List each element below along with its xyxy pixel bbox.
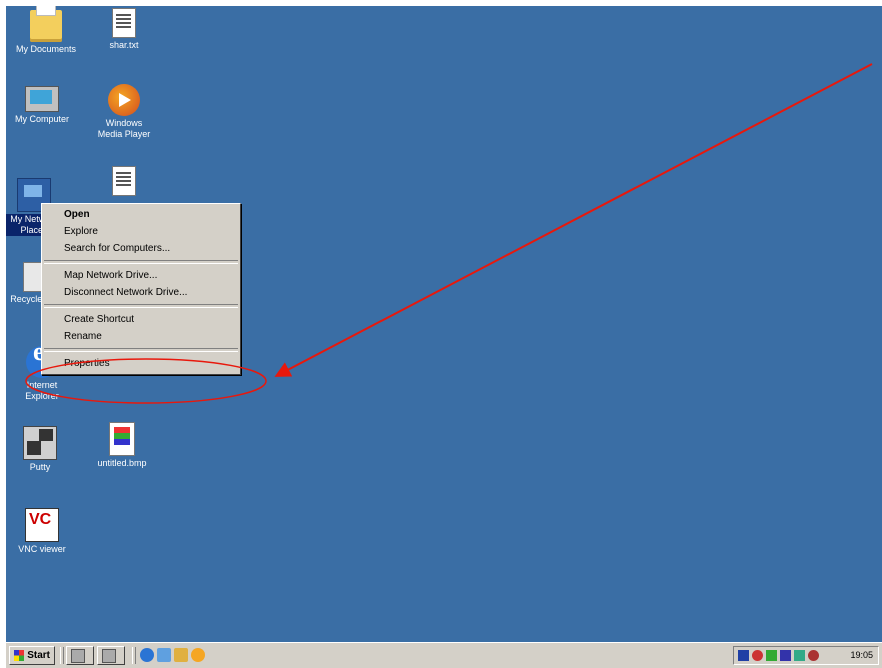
- show-desktop-icon[interactable]: [157, 648, 171, 662]
- taskbar-window-button[interactable]: [66, 646, 94, 665]
- window-icon: [71, 648, 85, 663]
- window-icon: [102, 648, 116, 663]
- taskbar-grip: [60, 647, 64, 664]
- media-player-icon[interactable]: [191, 648, 205, 662]
- windows-logo-icon: [14, 650, 25, 661]
- connection-icon[interactable]: [766, 650, 777, 661]
- volume-icon[interactable]: [794, 650, 805, 661]
- screen: My Documents shar.txt My Computer Window…: [6, 6, 882, 668]
- start-button[interactable]: Start: [9, 646, 55, 665]
- antivirus-icon[interactable]: [752, 650, 763, 661]
- outlook-express-icon[interactable]: [174, 648, 188, 662]
- clock[interactable]: 19:05: [850, 650, 873, 660]
- internet-explorer-icon[interactable]: [140, 648, 154, 662]
- taskbar-grip: [132, 647, 136, 664]
- network-status-icon[interactable]: [738, 650, 749, 661]
- shield-icon[interactable]: [780, 650, 791, 661]
- desktop[interactable]: My Documents shar.txt My Computer Window…: [6, 6, 882, 642]
- status-icon[interactable]: [808, 650, 819, 661]
- taskbar: Start 19:05: [6, 642, 882, 668]
- annotation-arrow: [274, 63, 873, 377]
- taskbar-window-button[interactable]: [97, 646, 125, 665]
- annotation-ellipse: [25, 358, 267, 404]
- system-tray: 19:05: [733, 646, 879, 665]
- annotation-overlay: [25, 63, 873, 404]
